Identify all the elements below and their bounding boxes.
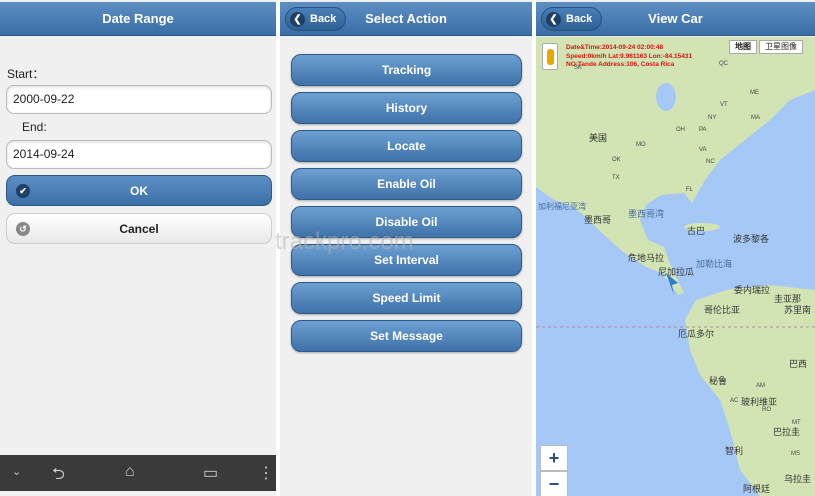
map-label: 危地马拉 (628, 253, 665, 263)
map-label: NC (706, 159, 715, 165)
chevron-down-icon[interactable]: ⌄ (12, 465, 21, 478)
map-type-satellite-button[interactable]: 卫星图像 (759, 40, 803, 54)
undo-icon: ↺ (16, 222, 30, 236)
map-label: MT (792, 420, 801, 426)
map-label: 智利 (725, 446, 744, 456)
map-label: NY (708, 115, 717, 121)
map-label: VA (699, 147, 707, 153)
title-text: Select Action (365, 11, 447, 26)
date-range-screen: Date Range Start： 2000-09-22 End: 2014-0… (0, 0, 276, 496)
map-label: PA (699, 127, 707, 133)
map-label: 哥伦比亚 (704, 305, 741, 315)
enable-oil-button[interactable]: Enable Oil (291, 168, 522, 200)
map-label: 苏里南 (784, 305, 812, 315)
map-label: 巴西 (789, 359, 808, 369)
end-date-input[interactable]: 2014-09-24 (6, 140, 272, 169)
map-label: VT (720, 102, 728, 108)
back-label: Back (310, 13, 337, 25)
map-label: FL (686, 187, 694, 193)
street-view-pegman-icon[interactable] (542, 43, 558, 70)
map-label: 尼加拉瓜 (658, 267, 695, 277)
map-label: OH (676, 127, 685, 133)
view-car-screen: Date&Time:2014-09-24 02:00:48 Speed:0km/… (536, 0, 815, 496)
map-label: 墨西哥 (584, 215, 612, 225)
header-title: Date Range (0, 2, 276, 36)
map-label: 委内瑞拉 (734, 285, 771, 295)
home-nav-icon[interactable]: ⌂ (125, 463, 135, 481)
header-title: Select Action ❮ Back (280, 2, 532, 36)
cancel-label: Cancel (119, 222, 159, 236)
start-label: Start： (7, 67, 45, 81)
map-label: OK (612, 157, 621, 163)
map-label: AC (730, 398, 739, 404)
ok-button[interactable]: ✔ OK (6, 175, 272, 206)
map-label: 玻利维亚 (741, 397, 778, 407)
zoom-out-button[interactable]: − (540, 471, 568, 496)
vehicle-info-overlay: Date&Time:2014-09-24 02:00:48 Speed:0km/… (566, 44, 692, 70)
locate-button[interactable]: Locate (291, 130, 522, 162)
map-label: 巴拉圭 (773, 427, 801, 437)
map-label: SK (574, 65, 583, 71)
map-label: MA (751, 115, 760, 121)
check-icon: ✔ (16, 184, 30, 198)
speed-limit-button[interactable]: Speed Limit (291, 282, 522, 314)
south-america-land (685, 285, 815, 496)
map-label: 加勒比海 (696, 259, 733, 269)
map-label: 墨西哥湾 (628, 209, 665, 219)
map-label: 阿根廷 (743, 484, 771, 494)
map-label: 加利福尼亚湾 (538, 202, 586, 211)
arrow-left-icon: ❮ (290, 11, 305, 27)
map-label: 秘鲁 (709, 376, 728, 386)
tracking-button[interactable]: Tracking (291, 54, 522, 86)
title-text: View Car (648, 11, 703, 26)
address-text: NO:Tande Address:106, Costa Rica (566, 61, 675, 68)
arrow-left-icon: ❮ (546, 11, 561, 27)
map-label: ME (750, 90, 759, 96)
map-label: MS (791, 451, 800, 457)
recents-nav-icon[interactable]: ▭ (203, 463, 218, 483)
watermark: trackpro.com (275, 228, 414, 255)
map-label: AM (756, 383, 765, 389)
end-label: End: (22, 120, 47, 134)
map-label: RO (762, 407, 771, 413)
back-nav-icon[interactable]: ⮌ (52, 463, 65, 490)
ok-label: OK (130, 184, 148, 198)
set-message-button[interactable]: Set Message (291, 320, 522, 352)
header-title: View Car ❮ Back (536, 2, 815, 36)
north-america-land (536, 37, 815, 295)
map-label: 波多黎各 (733, 234, 770, 244)
menu-dots-icon[interactable]: ⋮ (258, 463, 274, 483)
zoom-in-button[interactable]: + (540, 445, 568, 471)
map[interactable]: Date&Time:2014-09-24 02:00:48 Speed:0km/… (536, 37, 815, 496)
back-button[interactable]: ❮ Back (285, 7, 347, 31)
start-date-input[interactable]: 2000-09-22 (6, 85, 272, 114)
map-label: 乌拉圭 (784, 474, 812, 484)
back-label: Back (566, 13, 593, 25)
back-button[interactable]: ❮ Back (541, 7, 603, 31)
map-label: MO (636, 142, 646, 148)
android-nav-bar: ⌄ ⮌ ⌂ ▭ ⋮ (0, 455, 276, 491)
map-type-map-button[interactable]: 地图 (729, 40, 757, 54)
speed-coords-text: Speed:0km/h Lat:9.981163 Lon:-84.15431 (566, 52, 693, 60)
map-label: 美国 (589, 133, 608, 143)
map-label: 古巴 (687, 226, 706, 236)
cancel-button[interactable]: ↺ Cancel (6, 213, 272, 244)
map-label: QC (719, 61, 728, 67)
history-button[interactable]: History (291, 92, 522, 124)
great-lakes (656, 83, 676, 111)
map-label: 厄瓜多尔 (678, 329, 715, 339)
map-label: TX (612, 175, 620, 181)
datetime-text: Date&Time:2014-09-24 02:00:48 (566, 44, 664, 51)
